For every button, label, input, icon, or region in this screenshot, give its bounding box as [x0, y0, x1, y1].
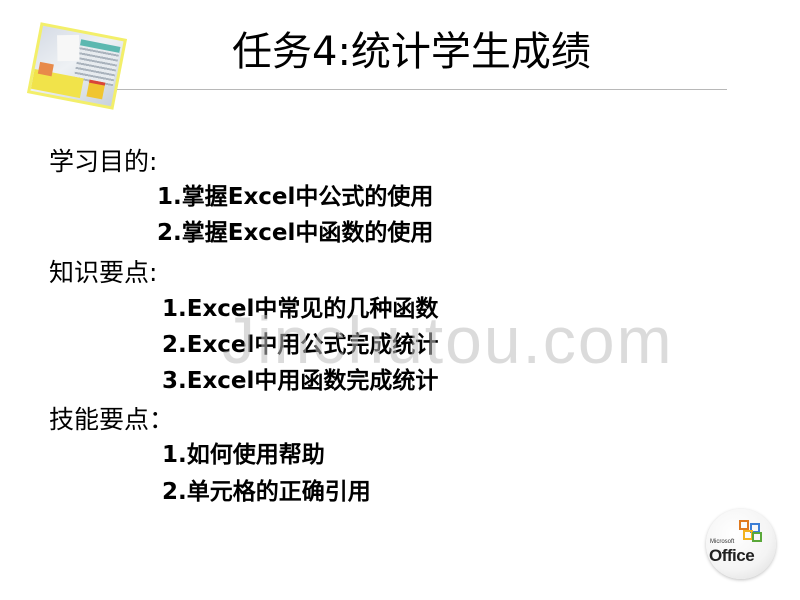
section-heading-learning-goals: 学习目的:	[49, 147, 158, 176]
box-item	[86, 79, 106, 100]
slide-title: 任务4:统计学生成绩	[232, 29, 591, 75]
title-divider	[117, 89, 727, 90]
office-logo-icon: Microsoft Office	[706, 509, 776, 579]
paper	[57, 34, 80, 62]
list-item: 2.Excel中用公式完成统计	[162, 332, 439, 358]
office-desk-photo-icon	[26, 22, 128, 110]
slide: 任务4:统计学生成绩 学习目的: 1.掌握Excel中公式的使用 2.掌握Exc…	[0, 0, 800, 600]
list-item: 1.掌握Excel中公式的使用	[157, 184, 434, 210]
logo-brand-large: Office	[709, 546, 755, 565]
orange-item	[37, 61, 54, 77]
logo-brand-small: Microsoft	[710, 539, 735, 545]
list-item: 1.如何使用帮助	[162, 442, 325, 468]
office-squares-icon	[739, 520, 763, 542]
list-item: 1.Excel中常见的几种函数	[162, 296, 439, 322]
list-item: 2.单元格的正确引用	[162, 479, 371, 505]
list-item: 2.掌握Excel中函数的使用	[157, 220, 434, 246]
list-item: 3.Excel中用函数完成统计	[162, 368, 439, 394]
section-heading-skill-points: 技能要点：	[49, 405, 175, 434]
section-heading-knowledge-points: 知识要点:	[49, 258, 158, 287]
